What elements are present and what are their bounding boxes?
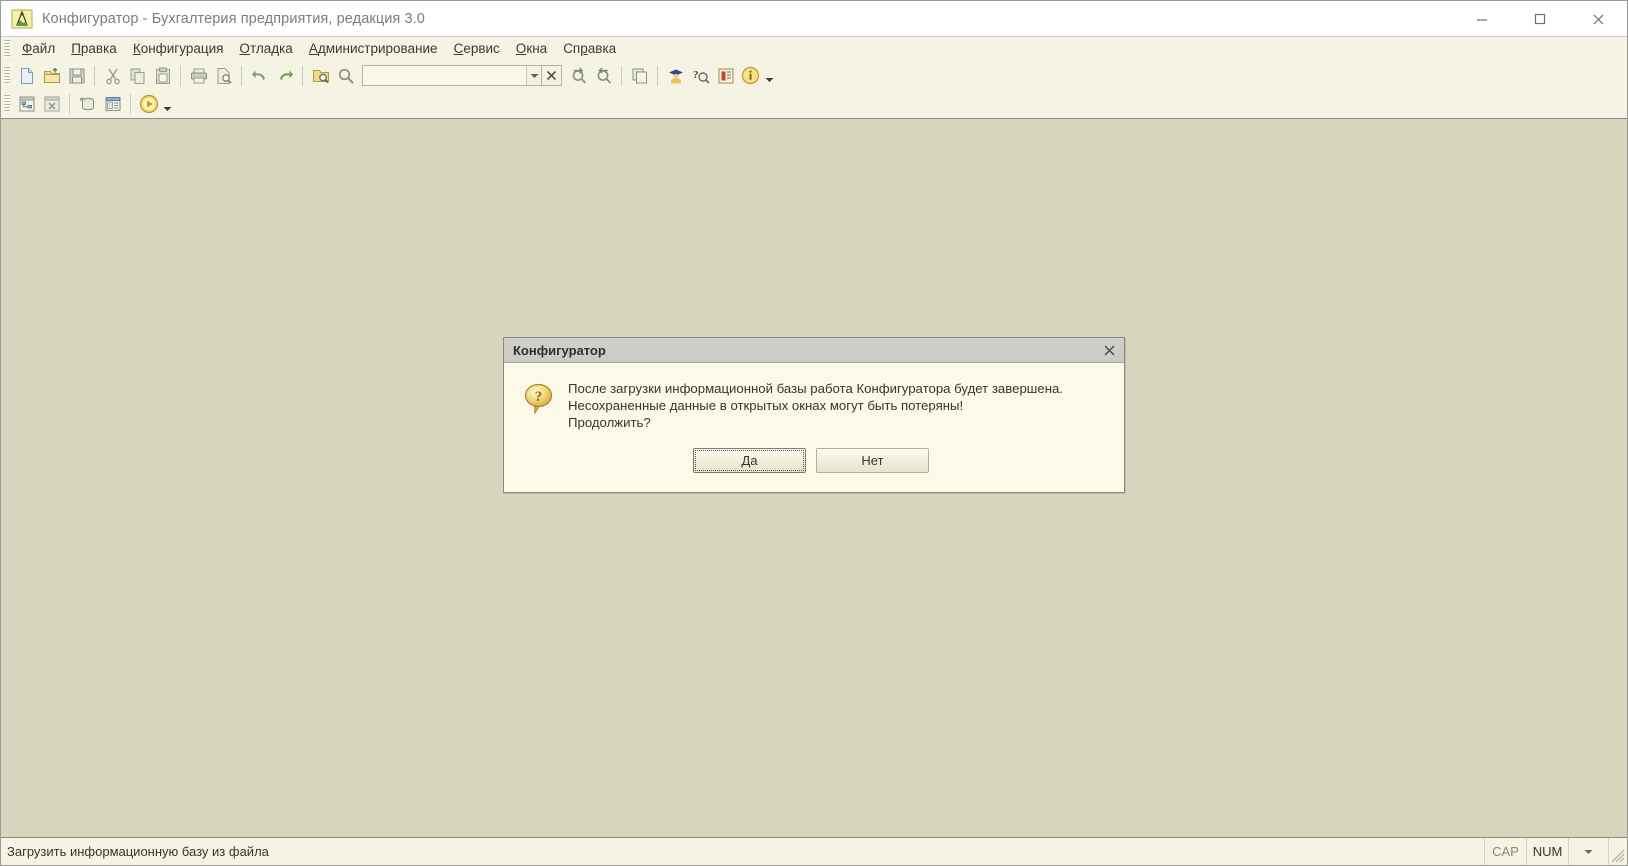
new-file-icon[interactable] (14, 63, 39, 88)
svg-text:?: ? (535, 389, 543, 405)
toolbar-separator (94, 65, 95, 86)
open-file-icon[interactable] (39, 63, 64, 88)
content-icon[interactable] (713, 63, 738, 88)
dialog-close-icon[interactable] (1094, 338, 1124, 362)
cut-icon[interactable] (100, 63, 125, 88)
dialog-message: После загрузки информационной базы работ… (568, 381, 1063, 430)
toolbar-separator (657, 65, 658, 86)
yes-button[interactable]: Да (693, 448, 806, 473)
copy-icon[interactable] (125, 63, 150, 88)
toolbar-separator (130, 94, 131, 114)
status-message: Загрузить информационную базу из файла (1, 838, 1485, 865)
menu-item-edit[interactable]: Правка (63, 38, 125, 59)
question-bubble-icon: ? (522, 381, 556, 415)
resize-grip-icon[interactable] (1609, 838, 1627, 865)
menu-item-debug[interactable]: Отладка (231, 38, 300, 59)
application-window: Конфигуратор - Бухгалтерия предприятия, … (0, 0, 1628, 866)
status-indicator-num: NUM (1527, 838, 1569, 865)
paste-icon[interactable] (150, 63, 175, 88)
close-button[interactable] (1569, 1, 1627, 37)
menu-item-configuration[interactable]: Конфигурация (125, 38, 232, 59)
windows-icon[interactable] (627, 63, 652, 88)
menu-item-administration[interactable]: Администрирование (301, 38, 446, 59)
print-preview-icon[interactable] (211, 63, 236, 88)
toolbar-gripper[interactable] (3, 95, 10, 113)
minimize-button[interactable] (1453, 1, 1511, 37)
toolbar-overflow-chevron-down-icon[interactable] (763, 63, 776, 88)
redo-icon[interactable] (272, 63, 297, 88)
no-button[interactable]: Нет (816, 448, 929, 473)
configuration-toolbar (1, 90, 1627, 118)
main-toolbar: ? (1, 61, 1627, 90)
syntax-assistant-icon[interactable] (663, 63, 688, 88)
dialog-body: ? После загрузки информационной базы раб… (504, 363, 1124, 431)
search-icon[interactable] (333, 63, 358, 88)
about-info-icon[interactable] (738, 63, 763, 88)
search-input[interactable] (363, 66, 526, 85)
menu-gripper[interactable] (3, 39, 10, 58)
toolbar-gripper[interactable] (3, 66, 10, 85)
menu-item-service[interactable]: Сервис (446, 38, 508, 59)
status-chevron-down-icon[interactable] (1569, 838, 1609, 865)
close-configuration-icon[interactable] (39, 92, 64, 117)
start-debug-icon[interactable] (136, 92, 161, 117)
title-bar: Конфигуратор - Бухгалтерия предприятия, … (1, 1, 1627, 37)
find-next-icon[interactable] (591, 63, 616, 88)
toolbar-separator (621, 65, 622, 86)
clear-search-icon[interactable] (542, 65, 562, 86)
1c-configurator-icon (11, 8, 33, 30)
find-in-folder-icon[interactable] (308, 63, 333, 88)
status-bar: Загрузить информационную базу из файла C… (1, 837, 1627, 865)
menu-item-help[interactable]: Справка (555, 38, 624, 59)
dialog-title-bar: Конфигуратор (504, 338, 1124, 363)
window-title: Конфигуратор - Бухгалтерия предприятия, … (42, 10, 425, 27)
undo-icon[interactable] (247, 63, 272, 88)
debug-overflow-chevron-down-icon[interactable] (161, 92, 174, 117)
menu-item-windows[interactable]: Окна (508, 38, 555, 59)
toolbar-separator (69, 94, 70, 114)
search-combo[interactable] (362, 65, 542, 86)
save-icon[interactable] (64, 63, 89, 88)
config-db-icon[interactable] (100, 92, 125, 117)
print-icon[interactable] (186, 63, 211, 88)
status-indicator-cap: CAP (1485, 838, 1527, 865)
svg-text:?: ? (693, 69, 699, 81)
window-controls (1453, 1, 1627, 37)
dialog-title: Конфигуратор (513, 342, 606, 358)
mdi-workspace: Конфигуратор ? После загрузки информацио… (1, 118, 1627, 837)
maximize-button[interactable] (1511, 1, 1569, 37)
chevron-down-icon[interactable] (526, 66, 541, 85)
update-db-config-icon[interactable] (75, 92, 100, 117)
help-search-icon[interactable]: ? (688, 63, 713, 88)
find-previous-icon[interactable] (566, 63, 591, 88)
dialog-button-row: Да Нет (498, 431, 1124, 492)
menu-item-file[interactable]: Файл (14, 38, 63, 59)
confirmation-dialog: Конфигуратор ? После загрузки информацио… (503, 337, 1125, 493)
toolbar-separator (302, 65, 303, 86)
configuration-tree-icon[interactable] (14, 92, 39, 117)
menu-bar: Файл Правка Конфигурация Отладка Админис… (1, 37, 1627, 61)
toolbar-separator (180, 65, 181, 86)
toolbar-separator (241, 65, 242, 86)
